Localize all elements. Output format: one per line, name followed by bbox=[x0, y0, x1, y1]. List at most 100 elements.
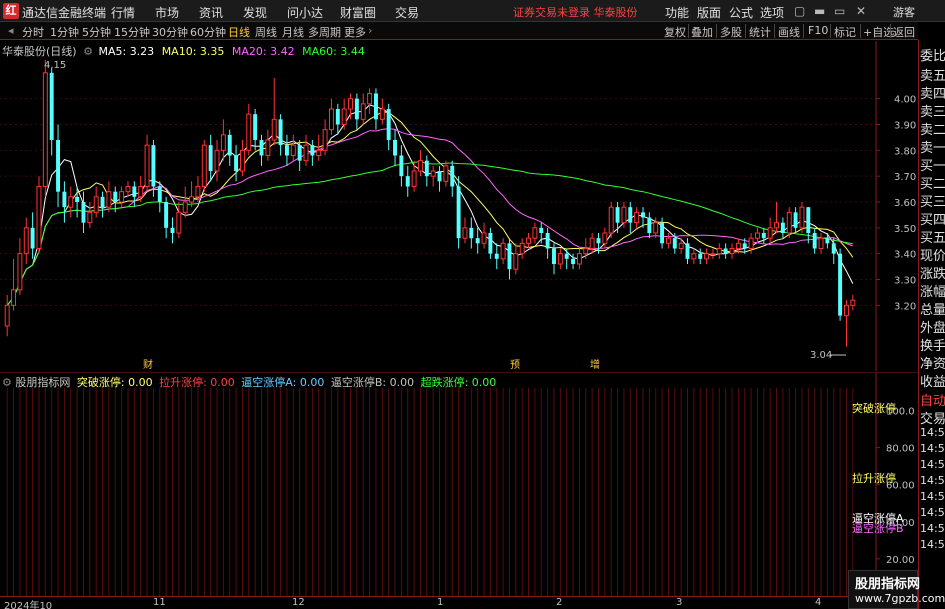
menu-news[interactable]: 资讯 bbox=[199, 4, 223, 21]
panel-commission-ratio[interactable]: 委比 bbox=[920, 45, 945, 64]
panel-trade-time: 14:56 bbox=[920, 522, 945, 535]
panel-net-asset[interactable]: 净资 bbox=[920, 353, 945, 372]
y-tick-label: 3.90 bbox=[894, 121, 916, 132]
period-15min[interactable]: 15分钟 bbox=[114, 24, 150, 40]
period-daily[interactable]: 日线 bbox=[228, 24, 250, 40]
panel-bid2[interactable]: 买二 bbox=[920, 173, 945, 192]
panel-turnover[interactable]: 换手 bbox=[920, 335, 945, 354]
panel-change[interactable]: 涨跌 bbox=[920, 263, 945, 282]
login-status[interactable]: 证券交易未登录 华泰股份 bbox=[513, 4, 638, 20]
event-marker-increase[interactable]: 增 bbox=[590, 358, 600, 371]
indicator-breakout: 突破涨停: 0.00 bbox=[76, 376, 153, 389]
period-30min[interactable]: 30分钟 bbox=[152, 24, 188, 40]
stock-title[interactable]: 华泰股份(日线) bbox=[2, 45, 77, 58]
panel-bid3[interactable]: 买三 bbox=[920, 191, 945, 210]
menu-discover[interactable]: 发现 bbox=[243, 4, 267, 21]
date-label: 2024年10 bbox=[4, 601, 53, 609]
panel-ask3[interactable]: 卖三 bbox=[920, 101, 945, 120]
settings-gear-icon[interactable]: ⚙ bbox=[2, 376, 12, 389]
btn-draw[interactable]: 画线 bbox=[778, 24, 800, 40]
menu-wealth[interactable]: 财富圈 bbox=[340, 4, 376, 21]
panel-bid1[interactable]: 买一 bbox=[920, 155, 945, 174]
menu-options[interactable]: 选项 bbox=[760, 4, 784, 21]
panel-ask5[interactable]: 卖五 bbox=[920, 65, 945, 84]
panel-bid5[interactable]: 买五 bbox=[920, 227, 945, 246]
ma10-label: MA10: 3.35 bbox=[161, 45, 225, 58]
sub-y-tick-label: 20.00 bbox=[886, 555, 915, 566]
period-1min[interactable]: 1分钟 bbox=[50, 24, 79, 40]
panel-trade-time: 14:55 bbox=[920, 442, 945, 455]
panel-outer-vol[interactable]: 外盘 bbox=[920, 317, 945, 336]
sub-y-tick-label: 80.00 bbox=[886, 444, 915, 455]
more-chevron-icon[interactable]: › bbox=[368, 24, 372, 37]
panel-ask2[interactable]: 卖二 bbox=[920, 119, 945, 138]
period-weekly[interactable]: 周线 bbox=[255, 24, 277, 40]
menu-assistant[interactable]: 问小达 bbox=[287, 4, 323, 21]
btn-f10[interactable]: F10 bbox=[808, 24, 828, 37]
y-tick-label: 3.70 bbox=[894, 172, 916, 183]
restore-window-icon[interactable]: ▢ bbox=[794, 4, 805, 18]
candle[interactable] bbox=[456, 176, 461, 249]
btn-statistics[interactable]: 统计 bbox=[749, 24, 771, 40]
period-monthly[interactable]: 月线 bbox=[282, 24, 304, 40]
panel-earnings[interactable]: 收益 bbox=[920, 371, 945, 390]
event-marker-forecast[interactable]: 预 bbox=[510, 359, 520, 371]
panel-trade-time: 14:56 bbox=[920, 490, 945, 503]
menu-quotes[interactable]: 行情 bbox=[111, 4, 135, 21]
period-intraday[interactable]: 分时 bbox=[22, 24, 44, 40]
menu-formula[interactable]: 公式 bbox=[729, 4, 753, 21]
panel-bid4[interactable]: 买四 bbox=[920, 209, 945, 228]
panel-trade-time: 14:56 bbox=[920, 538, 945, 551]
event-marker-finance[interactable]: 财 bbox=[143, 358, 153, 371]
candle[interactable] bbox=[608, 202, 614, 239]
watermark-title: 股朋指标网 bbox=[855, 577, 921, 592]
panel-change-pct[interactable]: 涨幅 bbox=[920, 281, 945, 300]
app-title: 通达信金融终端 bbox=[22, 6, 107, 20]
menu-bar: 红 通达信金融终端 行情 市场 资讯 发现 问小达 财富圈 交易 证券交易未登录… bbox=[0, 0, 945, 22]
panel-trade-time: 14:55 bbox=[920, 458, 945, 471]
btn-overlay[interactable]: 叠加 bbox=[691, 24, 713, 40]
indicator-pullup: 拉升涨停: 0.00 bbox=[159, 376, 235, 389]
guest-user[interactable]: 游客 bbox=[893, 4, 915, 20]
period-more[interactable]: 更多 bbox=[344, 24, 366, 40]
menu-trade[interactable]: 交易 bbox=[395, 4, 419, 21]
panel-price[interactable]: 现价 bbox=[920, 245, 945, 264]
divider bbox=[890, 24, 891, 38]
candlestick-chart[interactable]: 4.00 3.90 3.80 3.70 3.60 3.50 3.40 3.30 3.20 4.1… bbox=[0, 41, 918, 371]
indicator-squeeze-a: 逼空涨停A: 0.00 bbox=[241, 376, 325, 389]
panel-auto[interactable]: 自动 bbox=[920, 390, 945, 409]
panel-volume[interactable]: 总量 bbox=[920, 299, 945, 318]
watermark-logo: 股朋指标网 www.7gpzb.com bbox=[848, 570, 945, 609]
panel-trades[interactable]: 交易 bbox=[920, 408, 945, 427]
period-multi[interactable]: 多周期 bbox=[308, 24, 341, 40]
panel-ask1[interactable]: 卖一 bbox=[920, 137, 945, 156]
panel-trade-time: 14:56 bbox=[920, 474, 945, 487]
btn-back[interactable]: 返回 bbox=[893, 24, 915, 40]
close-icon[interactable]: ✕ bbox=[856, 4, 866, 18]
btn-multi-stock[interactable]: 多股 bbox=[720, 24, 742, 40]
period-60min[interactable]: 60分钟 bbox=[190, 24, 226, 40]
panel-ask4[interactable]: 卖四 bbox=[920, 83, 945, 102]
menu-market[interactable]: 市场 bbox=[155, 4, 179, 21]
candle[interactable] bbox=[201, 140, 207, 192]
period-5min[interactable]: 5分钟 bbox=[82, 24, 111, 40]
minimize-icon[interactable]: ▬ bbox=[814, 4, 825, 18]
divider bbox=[860, 24, 861, 38]
menu-function[interactable]: 功能 bbox=[665, 4, 689, 21]
btn-mark[interactable]: 标记 bbox=[834, 24, 856, 40]
menu-layout[interactable]: 版面 bbox=[697, 4, 721, 21]
toolbar-arrow-icon[interactable]: ◂ bbox=[8, 24, 14, 37]
y-tick-label: 3.30 bbox=[894, 276, 916, 287]
settings-gear-icon[interactable]: ⚙ bbox=[83, 45, 93, 58]
y-tick-label: 3.80 bbox=[894, 146, 916, 157]
date-label: 1 bbox=[437, 597, 444, 608]
candle[interactable] bbox=[838, 248, 843, 321]
indicator-title[interactable]: 股朋指标网 bbox=[15, 376, 70, 389]
indicator-squeeze-b: 逼空涨停B: 0.00 bbox=[330, 376, 415, 389]
maximize-icon[interactable]: ▭ bbox=[834, 4, 845, 18]
candle[interactable] bbox=[42, 59, 48, 197]
btn-adjust[interactable]: 复权 bbox=[664, 24, 686, 40]
candle[interactable] bbox=[36, 176, 42, 254]
indicator-chart[interactable]: 100.080.0060.0040.0020.00 突破涨停拉升涨停逼空涨停A逼… bbox=[0, 372, 918, 596]
y-tick-label: 4.00 bbox=[894, 95, 916, 106]
